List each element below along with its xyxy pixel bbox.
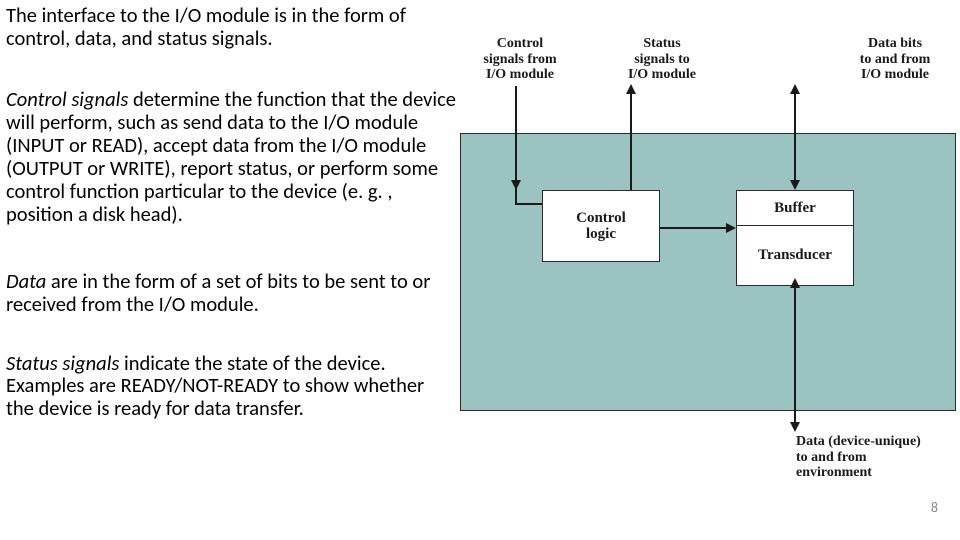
box-transducer: Transducer xyxy=(736,226,854,286)
io-device-diagram: Controlsignals fromI/O module Statussign… xyxy=(460,36,960,496)
control-paragraph: Control signals determine the function t… xyxy=(6,88,456,226)
arrowhead-databits-up xyxy=(790,84,800,94)
arrow-control-in xyxy=(515,86,517,182)
label-data-env: Data (device-unique)to and fromenvironme… xyxy=(796,434,956,481)
box-control-logic: Controllogic xyxy=(542,190,660,262)
label-control-signals: Controlsignals fromI/O module xyxy=(470,36,570,83)
box-buffer: Buffer xyxy=(736,190,854,226)
status-paragraph: Status signals indicate the state of the… xyxy=(6,352,456,421)
arrow-control-vert2 xyxy=(515,182,517,205)
arrow-env xyxy=(794,286,796,424)
arrow-status-out xyxy=(630,92,632,190)
arrow-control-bend xyxy=(515,203,543,205)
label-data-bits: Data bitsto and fromI/O module xyxy=(840,36,950,83)
arrowhead-cl-buf xyxy=(726,223,736,233)
data-paragraph: Data are in the form of a set of bits to… xyxy=(6,270,456,316)
page-number: 8 xyxy=(931,499,938,516)
data-body: are in the form of a set of bits to be s… xyxy=(6,268,430,317)
arrowhead-env-up xyxy=(790,278,800,288)
arrow-databits xyxy=(794,92,796,182)
device-boundary xyxy=(460,133,956,411)
label-status-signals: Statussignals toI/O module xyxy=(612,36,712,83)
arrowhead-databits-down xyxy=(790,180,800,190)
text-column: The interface to the I/O module is in th… xyxy=(6,4,456,452)
arrowhead-status-out xyxy=(626,84,636,94)
arrowhead-env-down xyxy=(790,422,800,432)
intro-paragraph: The interface to the I/O module is in th… xyxy=(6,4,456,50)
arrow-cl-buf xyxy=(660,227,728,229)
